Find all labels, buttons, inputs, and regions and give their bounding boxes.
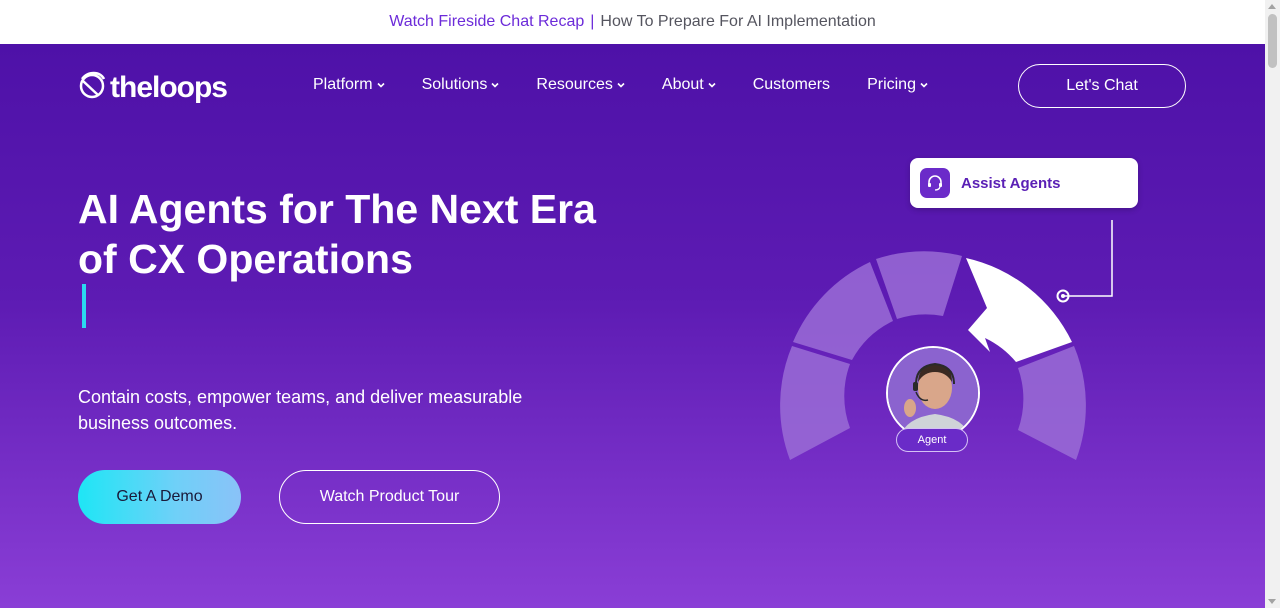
chevron-down-icon: [617, 82, 625, 88]
watch-tour-button[interactable]: Watch Product Tour: [279, 470, 500, 524]
chevron-down-icon: [377, 82, 385, 88]
gauge-segment-2: [793, 262, 893, 360]
logo-wordmark: theloops: [110, 71, 228, 104]
nav-item-pricing[interactable]: Pricing: [867, 76, 928, 94]
assist-agents-card: Assist Agents: [910, 158, 1138, 208]
lets-chat-button[interactable]: Let's Chat: [1018, 64, 1186, 108]
headline-line-1: AI Agents for The Next Era: [78, 186, 596, 232]
logo[interactable]: theloops: [78, 68, 228, 104]
main-nav: Platform Solutions Resources About Custo…: [313, 76, 965, 94]
scroll-up-arrow-icon[interactable]: [1268, 4, 1276, 9]
subtext-line-1: Contain costs, empower teams, and delive…: [78, 387, 523, 407]
scroll-down-arrow-icon[interactable]: [1268, 599, 1276, 604]
chevron-down-icon: [491, 82, 499, 88]
headline-line-2: of CX Operations: [78, 236, 413, 282]
announcement-link[interactable]: Watch Fireside Chat Recap: [389, 13, 584, 31]
connector-line: [1063, 220, 1113, 297]
gauge-segment-3: [876, 251, 962, 319]
get-demo-button[interactable]: Get A Demo: [78, 470, 241, 524]
nav-item-customers[interactable]: Customers: [753, 76, 830, 94]
typing-cursor: [82, 284, 86, 328]
nav-item-label: Resources: [536, 76, 613, 93]
page-scrollbar[interactable]: [1265, 0, 1280, 608]
nav-item-label: About: [661, 76, 704, 93]
logo-icon: [79, 71, 106, 99]
assist-agents-label: Assist Agents: [961, 174, 1061, 192]
nav-item-label: Pricing: [867, 76, 916, 93]
chevron-down-icon: [708, 82, 716, 88]
nav-item-about[interactable]: About: [662, 76, 716, 94]
gauge-segment-active: [966, 258, 1072, 362]
subtext-line-2: business outcomes.: [78, 413, 238, 433]
scrollbar-thumb[interactable]: [1268, 14, 1277, 68]
gauge-segment-1: [780, 346, 850, 460]
agent-avatar: [886, 346, 980, 440]
nav-item-solutions[interactable]: Solutions: [422, 76, 500, 94]
gauge-segment-5: [1018, 346, 1086, 460]
nav-item-label: Customers: [752, 76, 831, 93]
nav-item-resources[interactable]: Resources: [536, 76, 625, 94]
agent-label-pill: Agent: [896, 428, 968, 452]
nav-item-label: Platform: [313, 76, 373, 93]
hero-subtext: Contain costs, empower teams, and delive…: [78, 384, 578, 436]
announcement-text[interactable]: How To Prepare For AI Implementation: [600, 13, 875, 31]
hero-headline: AI Agents for The Next Era of CX Operati…: [78, 184, 678, 284]
headset-icon: [920, 168, 950, 198]
chevron-down-icon: [920, 82, 928, 88]
announcement-separator: |: [590, 13, 595, 30]
nav-item-label: Solutions: [421, 76, 488, 93]
nav-item-platform[interactable]: Platform: [313, 76, 385, 94]
announcement-bar: Watch Fireside Chat Recap | How To Prepa…: [0, 0, 1265, 44]
